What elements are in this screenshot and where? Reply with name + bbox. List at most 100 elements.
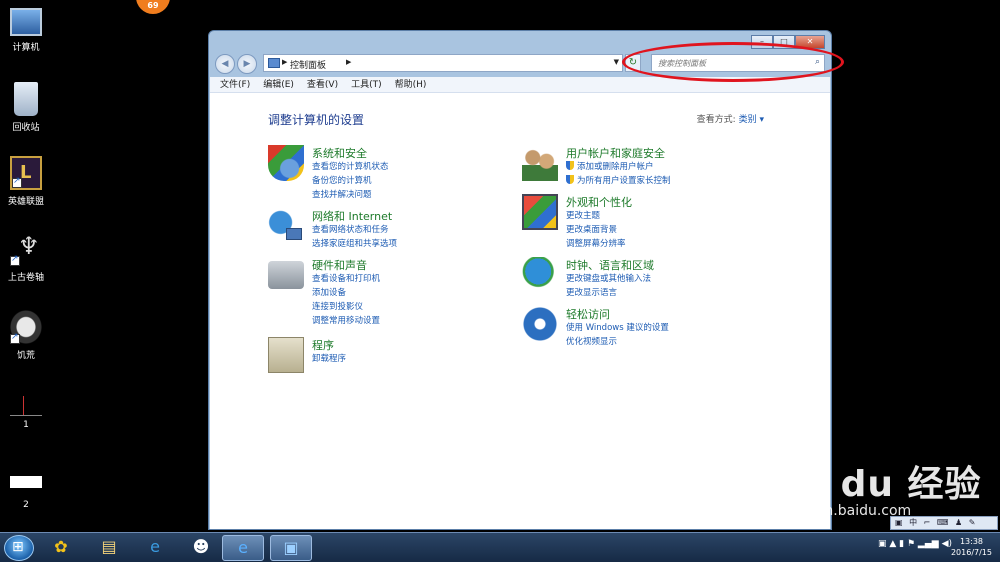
category-link[interactable]: 备份您的计算机	[312, 174, 389, 188]
uac-shield-icon	[566, 161, 574, 170]
ime-icon[interactable]: ▣	[895, 518, 905, 527]
category-title[interactable]: 用户帐户和家庭安全	[566, 145, 665, 161]
chevron-down-icon[interactable]: ▼	[614, 58, 619, 66]
appearance-icon[interactable]	[522, 194, 558, 230]
programs-icon[interactable]	[268, 337, 304, 373]
category-link[interactable]: 选择家庭组和共享选项	[312, 237, 397, 251]
menu-view[interactable]: 查看(V)	[307, 77, 338, 92]
menu-tools[interactable]: 工具(T)	[351, 77, 382, 92]
desktop-icon-league[interactable]: L 英雄联盟	[2, 156, 50, 207]
forward-button[interactable]: ▶	[237, 54, 257, 74]
control-panel-content: 调整计算机的设置 查看方式: 类别 ▾ 系统和安全 查看您的计算机状态 备份您的…	[210, 93, 830, 529]
ime-user-icon[interactable]: ♟	[955, 518, 964, 527]
category-link[interactable]: 查看设备和打印机	[312, 272, 380, 286]
chevron-down-icon[interactable]: ▾	[759, 115, 764, 125]
network-globe-icon[interactable]	[268, 208, 304, 244]
control-panel-icon	[268, 58, 280, 68]
dont-starve-icon	[10, 310, 42, 344]
tray-network-icon[interactable]: ▂▄▆	[918, 539, 939, 549]
desktop-icon-label: 英雄联盟	[7, 197, 44, 207]
category-title[interactable]: 系统和安全	[312, 145, 367, 161]
internet-explorer-icon[interactable]: e	[134, 535, 176, 561]
category-link[interactable]: 查看您的计算机状态	[312, 160, 389, 174]
category-title[interactable]: 网络和 Internet	[312, 208, 392, 224]
tray-expand-icon[interactable]: ▲	[889, 539, 896, 549]
clock-globe-icon[interactable]	[522, 257, 558, 293]
category-link[interactable]: 更改主题	[566, 209, 626, 223]
tray-battery-icon[interactable]: ▮	[899, 539, 904, 549]
taskbar-clock[interactable]: 13:38 2016/7/15	[951, 536, 992, 558]
tray-flag-icon[interactable]: ⚑	[907, 539, 915, 549]
address-bar[interactable]: ▶ 控制面板 ▶ ▼	[263, 54, 623, 72]
category-link[interactable]: 使用 Windows 建议的设置	[566, 321, 669, 335]
desktop-icon-thumb-1[interactable]: 1	[2, 396, 50, 430]
category-link[interactable]: 添加设备	[312, 286, 380, 300]
breadcrumb-arrow-icon: ▶	[282, 58, 288, 66]
desktop-icon-label: 计算机	[12, 43, 40, 53]
menu-edit[interactable]: 编辑(E)	[263, 77, 294, 92]
category-title[interactable]: 硬件和声音	[312, 257, 367, 273]
back-button[interactable]: ◀	[215, 54, 235, 74]
category-link[interactable]: 连接到投影仪	[312, 300, 380, 314]
category-link[interactable]: 调整常用移动设置	[312, 314, 380, 328]
users-icon[interactable]	[522, 145, 558, 181]
shortcut-arrow-icon	[10, 254, 20, 266]
category-link[interactable]: 调整屏幕分辨率	[566, 237, 626, 251]
desktop-icon-dont-starve[interactable]: 饥荒	[2, 310, 50, 361]
computer-icon	[10, 8, 42, 36]
desktop-icon-recycle-bin[interactable]: 回收站	[2, 82, 50, 133]
ease-of-access-icon[interactable]	[522, 306, 558, 342]
desktop-icon-label: 1	[23, 420, 29, 430]
tray-app-icon[interactable]: ▣	[878, 539, 887, 549]
desktop-icon-computer[interactable]: 计算机	[2, 8, 50, 53]
security-shield-icon[interactable]	[268, 145, 304, 181]
category-link[interactable]: 优化视频显示	[566, 335, 669, 349]
category-title[interactable]: 轻松访问	[566, 306, 610, 322]
qq-icon[interactable]: ☻	[180, 535, 222, 561]
category-link-text[interactable]: 添加或删除用户帐户	[577, 162, 654, 172]
category-link[interactable]: 查看网络状态和任务	[312, 223, 397, 237]
taskbar-app-1-icon[interactable]: ✿	[40, 535, 82, 561]
clock-date: 2016/7/15	[950, 548, 992, 557]
ime-mode[interactable]: 中	[909, 518, 919, 527]
breadcrumb-arrow-icon[interactable]: ▶	[346, 58, 351, 66]
league-of-legends-icon: L	[10, 156, 42, 190]
skyrim-icon: ♆	[10, 232, 42, 266]
menu-file[interactable]: 文件(F)	[220, 77, 250, 92]
menu-help[interactable]: 帮助(H)	[395, 77, 427, 92]
desktop-icon-label: 2	[23, 500, 29, 510]
desktop-icon-thumb-2[interactable]: 2	[2, 476, 50, 510]
ime-toolbar[interactable]: ▣ 中 ⌐ ⌨ ♟ ✎	[890, 516, 998, 530]
desktop-icon-skyrim[interactable]: ♆ 上古卷轴	[2, 232, 50, 283]
baidu-watermark: Bai du 经验 jingyan.baidu.com	[760, 455, 982, 519]
category-title[interactable]: 程序	[312, 337, 334, 353]
file-explorer-icon[interactable]: ▤	[88, 535, 130, 561]
ime-keyboard-icon[interactable]: ⌨	[937, 518, 951, 527]
thumbnail-icon	[10, 476, 42, 496]
start-button[interactable]	[4, 535, 34, 561]
breadcrumb[interactable]: 控制面板	[290, 58, 326, 71]
view-by: 查看方式: 类别 ▾	[697, 112, 764, 125]
uac-shield-icon	[566, 175, 574, 184]
category-link-text[interactable]: 为所有用户设置家长控制	[577, 176, 671, 186]
category-link[interactable]: 更改桌面背景	[566, 223, 626, 237]
category-link[interactable]: 更改显示语言	[566, 286, 651, 300]
taskbar: ✿ ▤ e ☻ e ▣ ▣ ▲ ▮ ⚑ ▂▄▆ ◀) 13:38 2016/7/…	[0, 532, 1000, 562]
category-link[interactable]: 为所有用户设置家长控制	[566, 174, 671, 188]
control-panel-taskbar-icon[interactable]: ▣	[270, 535, 312, 561]
category-title[interactable]: 外观和个性化	[566, 194, 632, 210]
desktop-icon-label: 上古卷轴	[7, 273, 44, 283]
clock-time: 13:38	[959, 537, 984, 546]
system-tray: ▣ ▲ ▮ ⚑ ▂▄▆ ◀)	[878, 539, 952, 549]
ime-settings-icon[interactable]: ✎	[969, 518, 978, 527]
category-link[interactable]: 查找并解决问题	[312, 188, 389, 202]
category-link[interactable]: 添加或删除用户帐户	[566, 160, 671, 174]
view-by-dropdown[interactable]: 类别	[739, 115, 757, 125]
category-link[interactable]: 更改键盘或其他输入法	[566, 272, 651, 286]
control-panel-window: – □ ✕ ◀ ▶ ▶ 控制面板 ▶ ▼ ↻ 搜索控制面板 ⌕ 文件(F) 编辑…	[208, 30, 832, 530]
ime-punct-icon[interactable]: ⌐	[924, 518, 933, 527]
category-link[interactable]: 卸载程序	[312, 352, 346, 366]
category-title[interactable]: 时钟、语言和区域	[566, 257, 654, 273]
printer-icon[interactable]	[268, 261, 304, 289]
internet-explorer-active-icon[interactable]: e	[222, 535, 264, 561]
